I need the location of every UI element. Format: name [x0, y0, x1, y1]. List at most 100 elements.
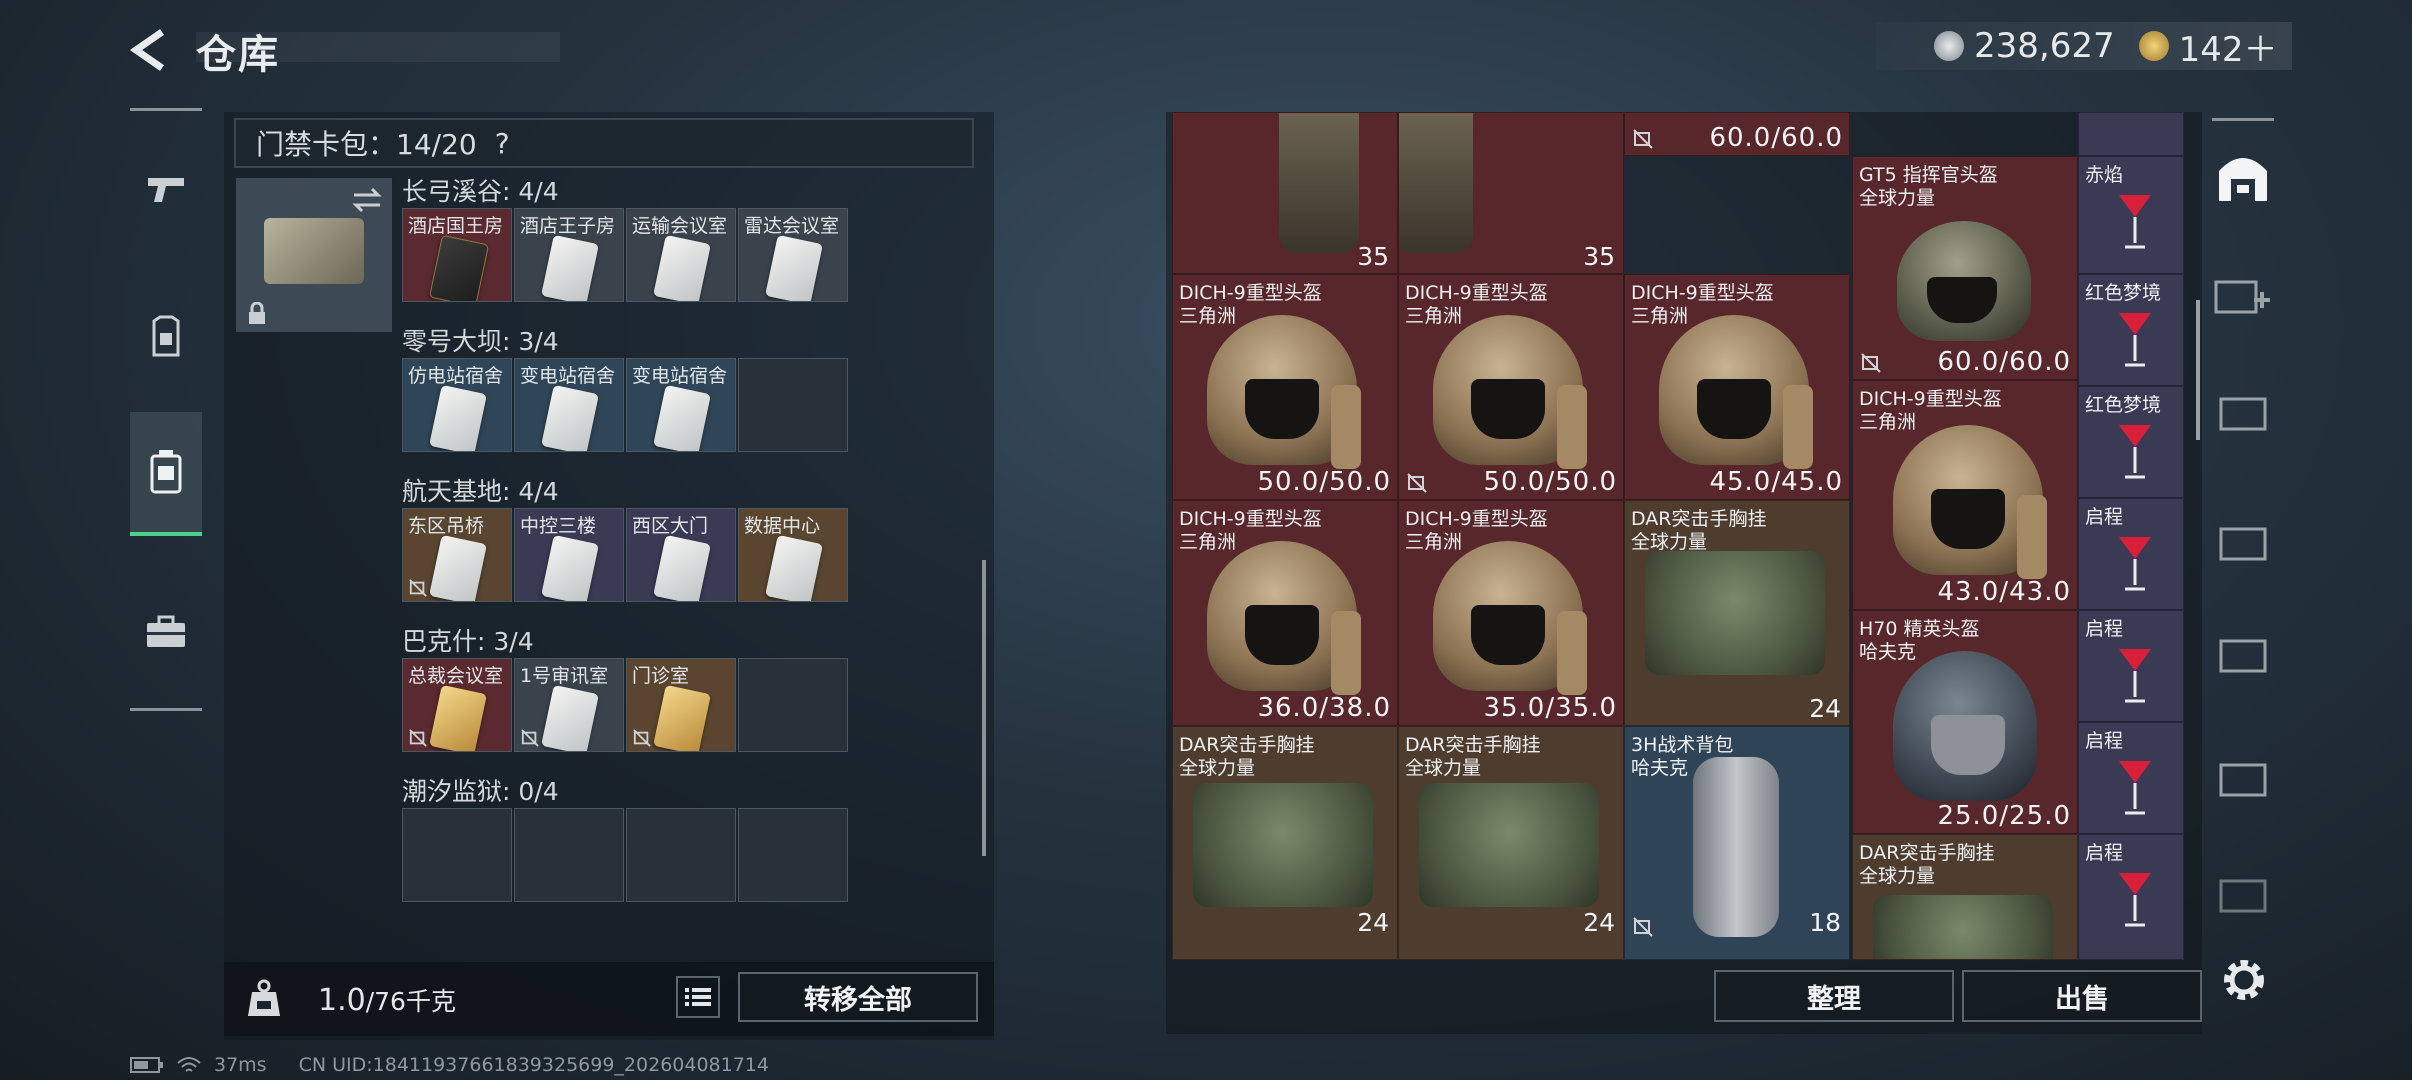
rail-divider-top — [130, 108, 202, 111]
keycard-slot[interactable]: 变电站宿舍 — [626, 358, 736, 452]
item-tile-drink-partial[interactable] — [2078, 112, 2184, 156]
item-tile-dich9-helmet[interactable]: DICH-9重型头盔 三角洲 50.0/50.0 — [1398, 274, 1624, 500]
keycard-image — [429, 534, 487, 601]
keycard-slot[interactable]: 中控三楼 — [514, 508, 624, 602]
gear-icon[interactable] — [2216, 952, 2272, 1008]
durability: 50.0/50.0 — [1257, 467, 1391, 497]
item-faction: 全球力量 — [1859, 865, 1936, 887]
item-tile-dich9-helmet[interactable]: DICH-9重型头盔 三角洲 36.0/38.0 — [1172, 500, 1398, 726]
keycard-slot[interactable]: 仿电站宿舍 — [402, 358, 512, 452]
keycard-slot[interactable]: 数据中心 — [738, 508, 848, 602]
backpack-image — [1399, 113, 1473, 253]
item-tile-drink[interactable]: 红色梦境 — [2078, 386, 2184, 498]
keycard-row: 酒店国王房 酒店王子房 运输会议室 雷达会议室 — [402, 208, 848, 302]
sort-button[interactable]: 整理 — [1714, 970, 1954, 1022]
keycard-label: 酒店国王房 — [408, 215, 504, 237]
list-view-button[interactable] — [676, 976, 720, 1018]
tab-storage-5[interactable] — [2212, 624, 2274, 686]
cocktail-icon — [2119, 873, 2151, 927]
item-tile-backpack[interactable]: 35 — [1398, 112, 1624, 274]
tab-storage-3[interactable] — [2212, 748, 2274, 810]
keycard-slot[interactable]: 雷达会议室 — [738, 208, 848, 302]
cocktail-icon — [2119, 537, 2151, 591]
item-tile-h70-helmet[interactable]: H70 精英头盔 哈夫克 25.0/25.0 — [1852, 610, 2078, 834]
no-sell-icon — [409, 729, 427, 747]
back-arrow-icon[interactable] — [128, 26, 176, 74]
keycard-slot[interactable] — [626, 808, 736, 902]
briefcase-icon — [147, 615, 185, 647]
weight-icon — [248, 979, 280, 1016]
tab-storage-4[interactable] — [2212, 512, 2274, 574]
tab-storage-2[interactable] — [2212, 382, 2274, 444]
durability: 60.0/60.0 — [1709, 123, 1843, 153]
item-capacity: 24 — [1583, 908, 1615, 937]
item-tile-3h-backpack[interactable]: 3H战术背包 哈夫克 18 — [1624, 726, 1850, 960]
keycard-slot[interactable]: 西区大门 — [626, 508, 736, 602]
tab-storage-add[interactable] — [2212, 264, 2274, 326]
add-storage-icon — [2214, 280, 2270, 314]
item-tile-drink[interactable]: 赤焰 — [2078, 156, 2184, 274]
item-tile-dar-rig[interactable]: DAR突击手胸挂 全球力量 24 — [1172, 726, 1398, 960]
durability: 25.0/25.0 — [1937, 801, 2071, 831]
section-title: 航天基地: 4/4 — [402, 477, 559, 506]
keycard-slot[interactable]: 酒店王子房 — [514, 208, 624, 302]
keycard-slot[interactable]: 东区吊桥 — [402, 508, 512, 602]
item-tile-dich9-helmet[interactable]: DICH-9重型头盔 三角洲 50.0/50.0 — [1172, 274, 1398, 500]
item-tile-dar-rig[interactable]: DAR突击手胸挂 全球力量 24 — [1398, 726, 1624, 960]
weight-max: /76千克 — [365, 987, 456, 1016]
item-tile-dar-rig[interactable]: DAR突击手胸挂 全球力量 — [1852, 834, 2078, 960]
item-tile-backpack[interactable]: 35 — [1172, 112, 1398, 274]
keycard-slot[interactable]: 1号审讯室 — [514, 658, 624, 752]
tab-keycards[interactable] — [130, 412, 202, 536]
keycard-case-item[interactable] — [236, 178, 392, 332]
item-name: 启程 — [2085, 506, 2124, 528]
tab-storage-4b[interactable] — [2212, 864, 2274, 926]
weight-readout: 1.0/76千克 — [318, 982, 456, 1018]
item-tile-dich9-helmet[interactable]: DICH-9重型头盔 三角洲 35.0/35.0 — [1398, 500, 1624, 726]
item-tile-gt5-helmet[interactable]: GT5 指挥官头盔 全球力量 60.0/60.0 — [1852, 156, 2078, 380]
weight-value: 1.0 — [318, 983, 366, 1018]
tab-equipment[interactable] — [130, 276, 202, 396]
item-tile-dich9-helmet[interactable]: DICH-9重型头盔 三角洲 43.0/43.0 — [1852, 380, 2078, 610]
item-tile-drink[interactable]: 启程 — [2078, 834, 2184, 960]
keycard-slot[interactable]: 总裁会议室 — [402, 658, 512, 752]
coin-icon — [1934, 31, 1964, 61]
status-bar: 37ms CN UID:1841193766183932569​9_202604… — [130, 1054, 769, 1076]
item-tile-dar-rig[interactable]: DAR突击手胸挂 全球力量 24 — [1624, 500, 1850, 726]
keycard-slot[interactable] — [738, 358, 848, 452]
keycard-slot[interactable] — [402, 808, 512, 902]
keycard-slot[interactable]: 运输会议室 — [626, 208, 736, 302]
keycard-slot[interactable]: 酒店国王房 — [402, 208, 512, 302]
help-icon[interactable]: ? — [495, 127, 510, 160]
keycard-slot[interactable] — [738, 658, 848, 752]
keycard-slot[interactable] — [738, 808, 848, 902]
premium-currency-amount[interactable]: 142＋ — [2179, 22, 2278, 71]
tab-weapons[interactable] — [130, 130, 202, 250]
stash-grid: 35 35 60.0/60.0 GT5 指挥官头盔 全球力量 60.0/60.0… — [1172, 112, 2184, 960]
section-title: 潮汐监狱: 0/4 — [402, 777, 559, 806]
durability: 50.0/50.0 — [1483, 467, 1617, 497]
stash-scrollbar[interactable] — [2196, 300, 2200, 440]
rail-divider-bottom — [130, 708, 202, 711]
item-tile-drink[interactable]: 启程 — [2078, 722, 2184, 834]
keycard-image — [541, 534, 599, 601]
sell-button[interactable]: 出售 — [1962, 970, 2202, 1022]
tab-cases[interactable] — [130, 572, 202, 692]
item-tile-drink[interactable]: 启程 — [2078, 498, 2184, 610]
swap-icon[interactable] — [350, 186, 384, 214]
keycard-slot[interactable]: 门诊室 — [626, 658, 736, 752]
item-tile-drink[interactable]: 启程 — [2078, 610, 2184, 722]
item-tile-dich9-helmet[interactable]: DICH-9重型头盔 三角洲 45.0/45.0 — [1624, 274, 1850, 500]
item-tile-partial[interactable]: 60.0/60.0 — [1624, 112, 1850, 156]
storage-icon — [2219, 397, 2267, 431]
left-scrollbar[interactable] — [982, 560, 986, 856]
gem-icon — [2138, 31, 2169, 61]
item-tile-drink[interactable]: 红色梦境 — [2078, 274, 2184, 386]
tab-stash-home[interactable] — [2212, 146, 2274, 208]
cocktail-icon — [2119, 195, 2151, 249]
keycard-slot[interactable]: 变电站宿舍 — [514, 358, 624, 452]
item-name: 红色梦境 — [2085, 282, 2162, 304]
keycard-slot[interactable] — [514, 808, 624, 902]
helmet-image — [1433, 315, 1587, 469]
transfer-all-button[interactable]: 转移全部 — [738, 972, 978, 1022]
